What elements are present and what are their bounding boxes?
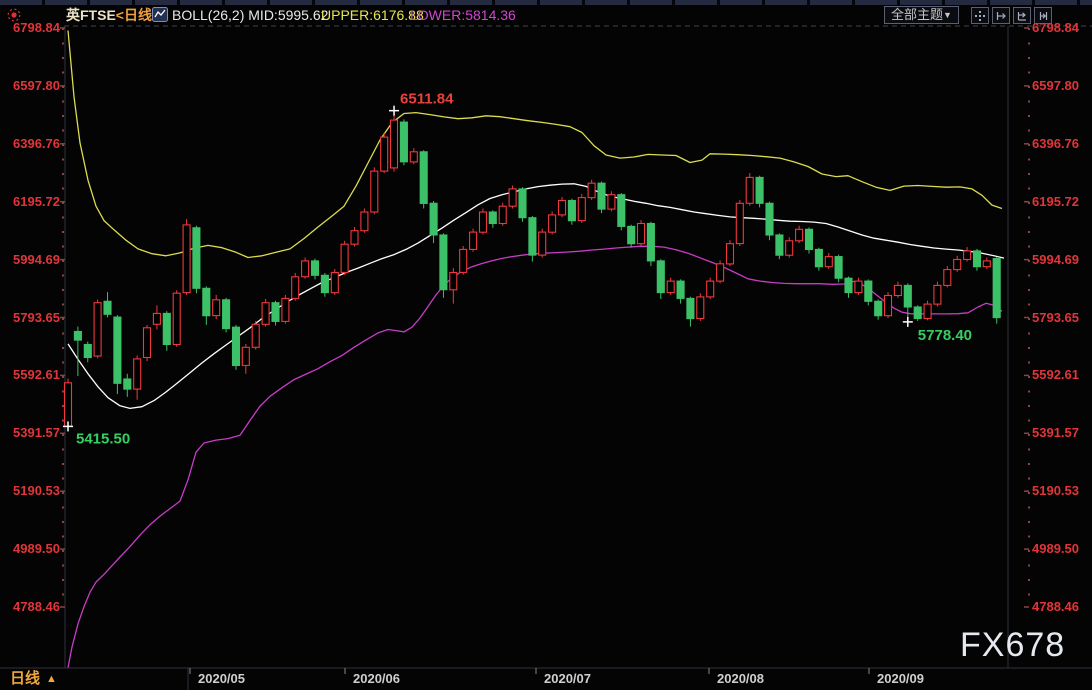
triangle-up-icon: ▲	[46, 673, 57, 685]
price-annotation: 5778.40	[918, 327, 972, 344]
period-selector[interactable]: 日线 ▲	[10, 668, 57, 690]
price-label-right: 6396.76	[1032, 135, 1079, 151]
price-label-left: 5592.61	[13, 367, 60, 383]
fx678-watermark: FX678	[960, 626, 1066, 664]
price-label-left: 4788.46	[13, 599, 60, 614]
price-annotation: 5415.50	[76, 430, 130, 447]
price-label-right: 5391.57	[1032, 425, 1079, 441]
candles-layer	[63, 110, 1001, 427]
price-label-right: 5994.69	[1032, 251, 1079, 267]
price-label-right: 6195.72	[1032, 193, 1079, 209]
price-annotation: 6511.84	[400, 91, 454, 108]
price-label-left: 6798.84	[13, 20, 60, 35]
price-label-left: 6396.76	[13, 135, 60, 151]
price-label-left: 5190.53	[13, 483, 60, 499]
price-label-right: 4989.50	[1032, 541, 1079, 557]
price-label-left: 4989.50	[13, 541, 60, 557]
price-label-left: 6597.80	[13, 77, 60, 93]
period-label: 日线	[10, 670, 41, 687]
price-label-right: 5190.53	[1032, 483, 1079, 499]
time-label: 2020/07	[544, 671, 591, 686]
price-label-left: 5793.65	[13, 309, 60, 325]
time-label: 2020/05	[198, 671, 245, 686]
price-label-left: 5391.57	[13, 425, 60, 441]
time-label: 2020/08	[717, 671, 764, 686]
price-label-left: 6195.72	[13, 193, 60, 209]
price-label-right: 5793.65	[1032, 309, 1079, 325]
chart-app-window: 英FTSE<日线> BOLL(26,2) MID:5995.62 UPPER:6…	[0, 0, 1092, 690]
price-label-left: 5994.69	[13, 251, 60, 267]
price-label-right: 6798.84	[1032, 20, 1079, 35]
time-label: 2020/06	[353, 671, 400, 686]
price-label-right: 5592.61	[1032, 367, 1079, 383]
time-label: 2020/09	[877, 671, 924, 686]
price-label-right: 4788.46	[1032, 599, 1079, 614]
price-label-right: 6597.80	[1032, 77, 1079, 93]
chart-canvas[interactable]: 5415.50 6511.84 5778.40	[0, 0, 1092, 690]
